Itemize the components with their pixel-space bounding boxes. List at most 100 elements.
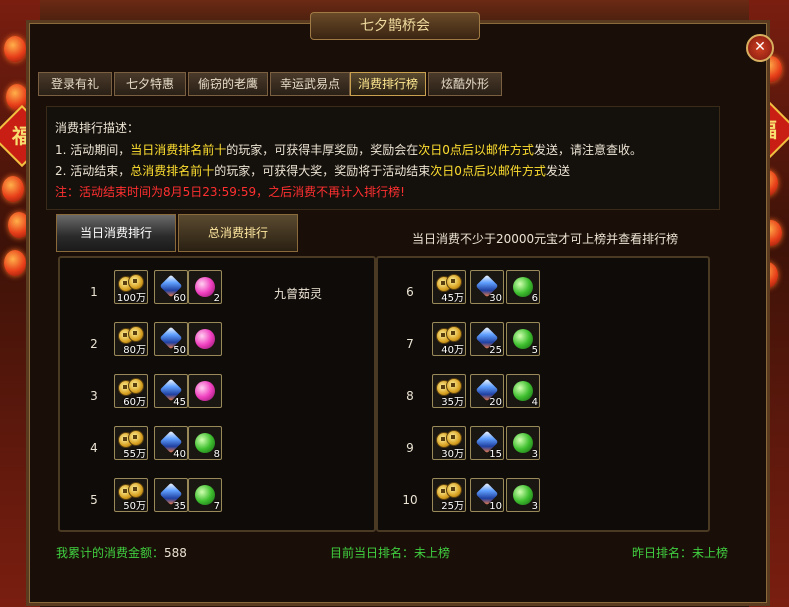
item-count: 35 bbox=[173, 501, 186, 512]
subtab-total-ranking[interactable]: 总消费排行 bbox=[178, 214, 298, 252]
tab-lucky-points[interactable]: 幸运武易点 bbox=[270, 72, 350, 96]
rank-number: 2 bbox=[90, 337, 98, 351]
close-button[interactable]: ✕ bbox=[746, 34, 774, 62]
coin-icon bbox=[446, 378, 462, 394]
gem-reward[interactable]: 7 bbox=[188, 478, 222, 512]
item-count: 4 bbox=[531, 397, 538, 408]
lantern-icon bbox=[6, 84, 28, 110]
gold-coin-reward[interactable]: 40万 bbox=[432, 322, 466, 356]
tab-spending-ranking[interactable]: 消费排行榜 bbox=[350, 72, 426, 96]
gold-coin-reward[interactable]: 60万 bbox=[114, 374, 148, 408]
item-count: 20 bbox=[489, 397, 502, 408]
gold-coin-reward[interactable]: 55万 bbox=[114, 426, 148, 460]
item-count: 15 bbox=[489, 449, 502, 460]
lantern-icon bbox=[4, 36, 26, 62]
coin-icon bbox=[128, 274, 144, 290]
description-box: 消费排行描述： 1. 活动期间，当日消费排名前十的玩家，可获得丰厚奖励，奖励会在… bbox=[46, 106, 720, 210]
pink-gem-icon bbox=[195, 277, 215, 297]
item-count: 80万 bbox=[123, 345, 146, 356]
gem-reward[interactable] bbox=[188, 374, 222, 408]
item-count: 3 bbox=[531, 501, 538, 512]
description-heading: 消费排行描述： bbox=[55, 121, 140, 135]
rank-number: 8 bbox=[406, 389, 414, 403]
yesterday-rank: 昨日排名：未上榜 bbox=[632, 546, 729, 560]
scroll-reward[interactable]: 10 bbox=[470, 478, 504, 512]
gem-reward[interactable]: 4 bbox=[506, 374, 540, 408]
item-count: 8 bbox=[213, 449, 220, 460]
scroll-reward[interactable]: 30 bbox=[470, 270, 504, 304]
rank-number: 3 bbox=[90, 389, 98, 403]
item-count: 50 bbox=[173, 345, 186, 356]
coin-icon bbox=[128, 326, 144, 342]
scroll-reward[interactable]: 45 bbox=[154, 374, 188, 408]
scroll-reward[interactable]: 60 bbox=[154, 270, 188, 304]
scroll-reward[interactable]: 50 bbox=[154, 322, 188, 356]
rank-number: 7 bbox=[406, 337, 414, 351]
gem-reward[interactable]: 8 bbox=[188, 426, 222, 460]
close-icon: ✕ bbox=[754, 39, 766, 55]
item-count: 60万 bbox=[123, 397, 146, 408]
gem-reward[interactable]: 2 bbox=[188, 270, 222, 304]
item-count: 40 bbox=[173, 449, 186, 460]
gem-reward[interactable]: 5 bbox=[506, 322, 540, 356]
green-gem-icon bbox=[195, 485, 215, 505]
pink-gem-icon bbox=[195, 329, 215, 349]
rank-number: 4 bbox=[90, 441, 98, 455]
lantern-icon bbox=[2, 176, 24, 202]
gold-coin-reward[interactable]: 35万 bbox=[432, 374, 466, 408]
item-count: 45万 bbox=[441, 293, 464, 304]
ranking-panel-right: 6 45万 30 6 7 40万 25 5 8 35万 20 4 9 30万 1… bbox=[376, 256, 710, 532]
gold-coin-reward[interactable]: 25万 bbox=[432, 478, 466, 512]
item-count: 100万 bbox=[116, 293, 146, 304]
tab-qixi-sale[interactable]: 七夕特惠 bbox=[114, 72, 186, 96]
coin-icon bbox=[446, 274, 462, 290]
coin-icon bbox=[446, 430, 462, 446]
rank-number: 10 bbox=[402, 493, 418, 507]
item-count: 2 bbox=[213, 293, 220, 304]
gold-coin-reward[interactable]: 30万 bbox=[432, 426, 466, 460]
player-name: 九曾茹灵 bbox=[274, 287, 323, 301]
item-count: 35万 bbox=[441, 397, 464, 408]
gem-reward[interactable]: 3 bbox=[506, 426, 540, 460]
item-count: 50万 bbox=[123, 501, 146, 512]
item-count: 30 bbox=[489, 293, 502, 304]
tab-login-gift[interactable]: 登录有礼 bbox=[38, 72, 112, 96]
green-gem-icon bbox=[513, 329, 533, 349]
rank-number: 5 bbox=[90, 493, 98, 507]
item-count: 45 bbox=[173, 397, 186, 408]
item-count: 7 bbox=[213, 501, 220, 512]
gem-reward[interactable]: 6 bbox=[506, 270, 540, 304]
today-rank: 目前当日排名：未上榜 bbox=[330, 546, 451, 560]
scroll-reward[interactable]: 35 bbox=[154, 478, 188, 512]
item-count: 6 bbox=[531, 293, 538, 304]
item-count: 5 bbox=[531, 345, 538, 356]
requirement-note: 当日消费不少于20000元宝才可上榜并查看排行榜 bbox=[412, 232, 679, 246]
green-gem-icon bbox=[195, 433, 215, 453]
coin-icon bbox=[446, 482, 462, 498]
rank-number: 6 bbox=[406, 285, 414, 299]
scroll-reward[interactable]: 25 bbox=[470, 322, 504, 356]
item-count: 40万 bbox=[441, 345, 464, 356]
gold-coin-reward[interactable]: 100万 bbox=[114, 270, 148, 304]
window-title: 七夕鹊桥会 bbox=[310, 12, 480, 40]
coin-icon bbox=[128, 430, 144, 446]
item-count: 3 bbox=[531, 449, 538, 460]
gold-coin-reward[interactable]: 80万 bbox=[114, 322, 148, 356]
rank-number: 9 bbox=[406, 441, 414, 455]
subtab-daily-ranking[interactable]: 当日消费排行 bbox=[56, 214, 176, 252]
coin-icon bbox=[446, 326, 462, 342]
tab-thieving-eagle[interactable]: 偷窃的老鹰 bbox=[188, 72, 268, 96]
scroll-reward[interactable]: 20 bbox=[470, 374, 504, 408]
tab-cool-appearance[interactable]: 炫酷外形 bbox=[428, 72, 502, 96]
scroll-reward[interactable]: 15 bbox=[470, 426, 504, 460]
total-spending: 我累计的消费金额：588 bbox=[56, 546, 187, 560]
gold-coin-reward[interactable]: 50万 bbox=[114, 478, 148, 512]
scroll-reward[interactable]: 40 bbox=[154, 426, 188, 460]
coin-icon bbox=[128, 378, 144, 394]
gem-reward[interactable] bbox=[188, 322, 222, 356]
gold-coin-reward[interactable]: 45万 bbox=[432, 270, 466, 304]
gem-reward[interactable]: 3 bbox=[506, 478, 540, 512]
item-count: 55万 bbox=[123, 449, 146, 460]
green-gem-icon bbox=[513, 485, 533, 505]
item-count: 60 bbox=[173, 293, 186, 304]
